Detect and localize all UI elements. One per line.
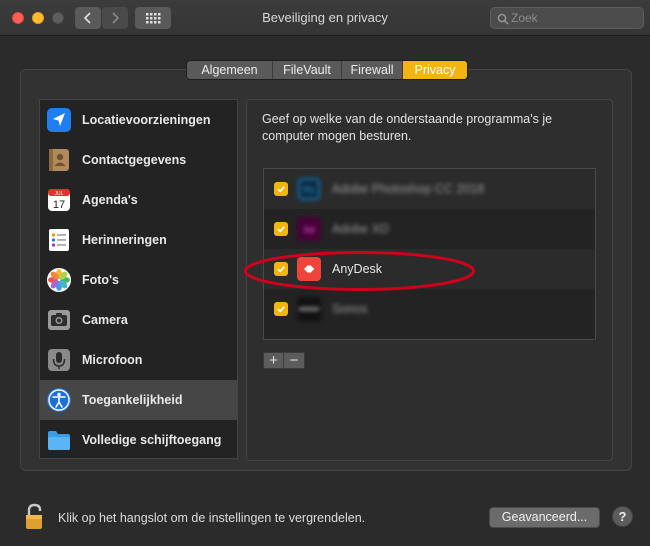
tab-bar: Algemeen FileVault Firewall Privacy (186, 60, 468, 80)
sidebar-item-locatievoorzieningen[interactable]: Locatievoorzieningen (40, 100, 237, 140)
forward-button[interactable] (102, 7, 128, 29)
location-arrow-icon (47, 108, 71, 132)
remove-app-button[interactable]: − (284, 352, 305, 369)
tab-privacy[interactable]: Privacy (403, 61, 467, 79)
tab-firewall[interactable]: Firewall (342, 61, 403, 79)
checkmark-icon (277, 266, 285, 273)
zoom-window-button[interactable] (52, 12, 64, 24)
app-checkbox[interactable] (274, 182, 288, 196)
search-field[interactable] (490, 7, 644, 29)
sidebar-item-contactgegevens[interactable]: Contactgegevens (40, 140, 237, 180)
sidebar-item-label: Locatievoorzieningen (82, 113, 211, 127)
checkmark-icon (277, 226, 285, 233)
checkmark-icon (277, 186, 285, 193)
svg-text:Xd: Xd (303, 225, 314, 235)
advanced-button[interactable]: Geavanceerd... (489, 507, 600, 528)
sidebar-item-label: Toegankelijkheid (82, 393, 183, 407)
chevron-left-icon (83, 12, 91, 24)
contacts-book-icon (49, 149, 69, 171)
app-name: Adobe Photoshop CC 2018 (332, 182, 485, 196)
svg-text:Ps: Ps (304, 185, 315, 195)
sidebar-item-toegankelijkheid[interactable]: Toegankelijkheid (40, 380, 237, 420)
chevron-right-icon (112, 12, 120, 24)
app-checkbox[interactable] (274, 302, 288, 316)
microphone-icon (48, 349, 70, 371)
close-window-button[interactable] (12, 12, 24, 24)
reminders-icon (49, 229, 69, 251)
sidebar-item-label: Camera (82, 313, 128, 327)
sidebar-item-label: Agenda's (82, 193, 138, 207)
sidebar-item-label: Volledige schijftoegang (82, 433, 222, 447)
add-app-button[interactable]: + (263, 352, 284, 369)
tab-algemeen[interactable]: Algemeen (187, 61, 273, 79)
help-button[interactable]: ? (612, 506, 633, 527)
app-row-sonos: Sonos (264, 289, 595, 329)
show-all-button[interactable] (135, 7, 171, 29)
accessibility-icon (47, 388, 71, 412)
calendar-icon: JUL 17 (48, 189, 70, 211)
title-bar: Beveiliging en privacy (0, 0, 650, 36)
app-row-anydesk: AnyDesk (264, 249, 595, 289)
app-row-adobe-xd: Xd Adobe XD (264, 209, 595, 249)
checkmark-icon (277, 306, 285, 313)
app-name: Sonos (332, 302, 368, 316)
add-remove-buttons: + − (263, 352, 305, 369)
lock-instruction: Klik op het hangslot om de instellingen … (58, 511, 366, 525)
padlock-open-icon[interactable] (24, 503, 46, 531)
back-button[interactable] (75, 7, 101, 29)
panel-description: Geef op welke van de onderstaande progra… (262, 112, 553, 143)
calendar-month: JUL (55, 191, 64, 197)
sidebar-item-camera[interactable]: Camera (40, 300, 237, 340)
sidebar-item-label: Microfoon (82, 353, 143, 367)
minimize-window-button[interactable] (32, 12, 44, 24)
anydesk-icon (297, 257, 321, 281)
adobe-xd-icon: Xd (297, 217, 321, 241)
tab-filevault[interactable]: FileVault (273, 61, 342, 79)
grid-icon (146, 13, 161, 24)
sidebar-item-label: Contactgegevens (82, 153, 187, 167)
app-name: AnyDesk (332, 262, 383, 276)
sidebar-item-herinneringen[interactable]: Herinneringen (40, 220, 237, 260)
app-checkbox[interactable] (274, 222, 288, 236)
sidebar-item-agendas[interactable]: JUL 17 Agenda's (40, 180, 237, 220)
app-checkbox[interactable] (274, 262, 288, 276)
photos-icon (47, 268, 71, 292)
sidebar-item-label: Foto's (82, 273, 119, 287)
sidebar-item-volledige-schijftoegang[interactable]: Volledige schijftoegang (40, 420, 237, 460)
privacy-category-list: Locatievoorzieningen Contactgegevens JUL… (39, 99, 238, 459)
sonos-icon (297, 297, 321, 321)
calendar-day: 17 (53, 199, 65, 211)
app-name: Adobe XD (332, 222, 389, 236)
app-row-photoshop: Ps Adobe Photoshop CC 2018 (264, 169, 595, 209)
search-icon (497, 13, 509, 25)
app-list: Ps Adobe Photoshop CC 2018 Xd Adobe XD A… (263, 168, 596, 340)
sidebar-item-fotos[interactable]: Foto's (40, 260, 237, 300)
camera-icon (48, 310, 70, 330)
sidebar-item-label: Herinneringen (82, 233, 167, 247)
search-input[interactable] (511, 10, 639, 26)
folder-icon (48, 431, 70, 450)
sidebar-item-microfoon[interactable]: Microfoon (40, 340, 237, 380)
photoshop-icon: Ps (297, 177, 321, 201)
